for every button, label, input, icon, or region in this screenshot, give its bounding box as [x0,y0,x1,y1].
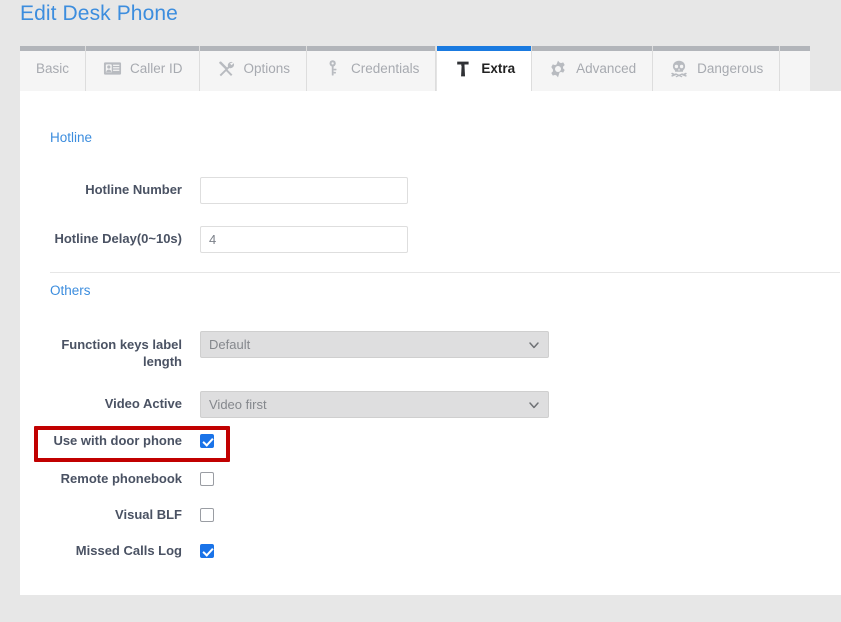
page-title: Edit Desk Phone [20,2,178,26]
function-keys-label-length-value: Default [209,337,250,352]
tab-extra-label: Extra [481,61,515,76]
tab-caller-id-label: Caller ID [130,61,183,76]
tab-basic[interactable]: Basic [20,46,86,91]
field-row-video-active: Video Active Video first [20,391,841,418]
tab-bar-filler [780,46,810,91]
section-heading-hotline: Hotline [50,130,92,145]
content-panel: Hotline Hotline Number Hotline Delay(0~1… [20,91,841,595]
video-active-label: Video Active [20,391,182,412]
use-with-door-phone-label: Use with door phone [20,433,182,449]
tab-extra[interactable]: Extra [436,46,532,91]
tools-icon [216,59,236,79]
field-row-hotline-delay: Hotline Delay(0~10s) [20,226,841,253]
tab-credentials[interactable]: Credentials [307,46,436,91]
field-row-function-keys-label-length: Function keys label length Default [20,331,841,370]
remote-phonebook-label: Remote phonebook [20,471,182,487]
tab-basic-label: Basic [36,61,69,76]
function-keys-label-length-control: Default [200,331,549,358]
hotline-delay-label: Hotline Delay(0~10s) [20,226,182,247]
tab-advanced-label: Advanced [576,61,636,76]
tab-credentials-label: Credentials [351,61,419,76]
tab-advanced[interactable]: Advanced [532,46,653,91]
video-active-value: Video first [209,397,267,412]
use-with-door-phone-checkbox[interactable] [200,434,214,448]
hotline-number-input[interactable] [200,177,408,204]
visual-blf-control [200,507,214,523]
visual-blf-checkbox[interactable] [200,508,214,522]
function-keys-label-length-label: Function keys label length [20,331,182,370]
field-row-visual-blf: Visual BLF [20,507,841,523]
field-row-use-with-door-phone: Use with door phone [20,433,841,449]
hotline-number-control [200,177,408,204]
remote-phonebook-checkbox[interactable] [200,472,214,486]
tab-options[interactable]: Options [200,46,308,91]
field-row-missed-calls-log: Missed Calls Log [20,543,841,559]
hammer-icon [453,59,473,79]
chevron-down-icon [528,399,540,411]
tab-options-label: Options [244,61,291,76]
function-keys-label-length-select[interactable]: Default [200,331,549,358]
tab-dangerous-label: Dangerous [697,61,763,76]
missed-calls-log-checkbox[interactable] [200,544,214,558]
skull-icon [669,59,689,79]
section-heading-others: Others [50,283,91,298]
visual-blf-label: Visual BLF [20,507,182,523]
key-icon [323,59,343,79]
missed-calls-log-label: Missed Calls Log [20,543,182,559]
missed-calls-log-control [200,543,214,559]
use-with-door-phone-control [200,433,214,449]
tab-dangerous[interactable]: Dangerous [653,46,780,91]
video-active-control: Video first [200,391,549,418]
field-row-hotline-number: Hotline Number [20,177,841,204]
video-active-select[interactable]: Video first [200,391,549,418]
hotline-delay-control [200,226,408,253]
chevron-down-icon [528,339,540,351]
gear-icon [548,59,568,79]
hotline-number-label: Hotline Number [20,177,182,198]
tab-bar: Basic Caller ID [20,46,810,91]
tab-caller-id[interactable]: Caller ID [86,46,200,91]
section-divider [50,272,840,273]
remote-phonebook-control [200,471,214,487]
page-root: Edit Desk Phone Basic Caller ID [0,0,841,622]
hotline-delay-input[interactable] [200,226,408,253]
id-card-icon [102,59,122,79]
field-row-remote-phonebook: Remote phonebook [20,471,841,487]
